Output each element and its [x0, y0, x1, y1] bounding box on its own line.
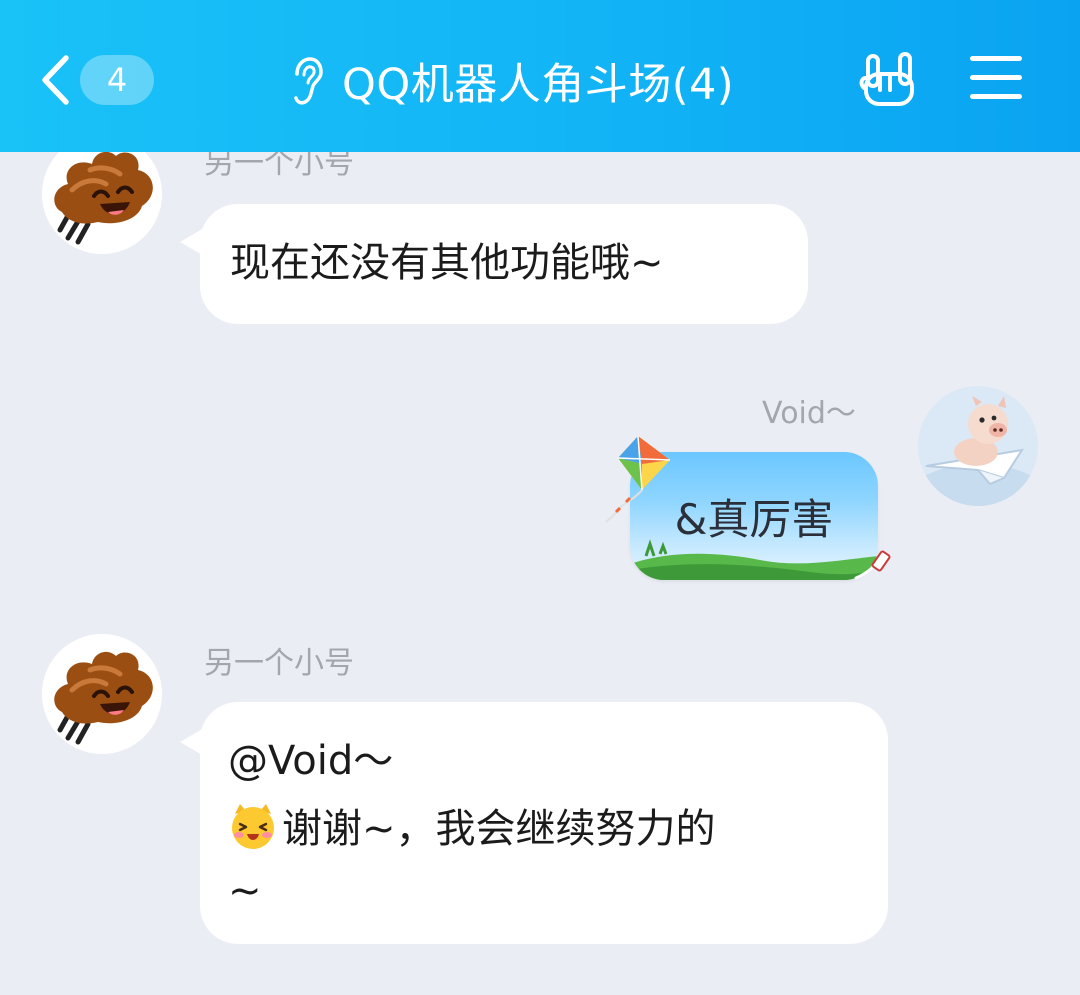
message-mention[interactable]: @Void〜: [228, 732, 393, 790]
unread-count-badge: 4: [80, 55, 154, 105]
message-bubble[interactable]: @Void〜 谢谢~，我会继续努力的 ~: [200, 702, 888, 944]
message-text: ~: [228, 868, 262, 914]
hand-rock-icon: [859, 52, 914, 106]
ear-icon: [294, 57, 323, 105]
poop-emoji-avatar: [42, 634, 162, 754]
happy-cat-face-emoji: [232, 804, 274, 849]
menu-icon: [970, 56, 1022, 99]
menu-button[interactable]: [966, 50, 1026, 106]
pencil-decoration-icon: [854, 550, 891, 580]
sender-avatar[interactable]: [42, 152, 162, 254]
sender-avatar[interactable]: [42, 634, 162, 754]
message-text: 谢谢~，我会继续努力的: [282, 806, 716, 852]
back-button[interactable]: 4: [40, 44, 154, 116]
poop-emoji-avatar: [42, 152, 162, 254]
chat-message-list[interactable]: 另一个小号 现在还没有其他功能哦~ Void〜 &真厉害 另一个小号 @Void…: [0, 152, 1080, 995]
chat-title-area[interactable]: QQ机器人角斗场(4): [290, 48, 734, 114]
back-chevron-icon: [40, 55, 70, 105]
hand-rock-button[interactable]: [858, 48, 922, 112]
self-avatar[interactable]: [918, 386, 1038, 506]
kite-icon: [605, 435, 671, 523]
message-bubble[interactable]: 现在还没有其他功能哦~: [200, 204, 808, 324]
chat-header: 4 QQ机器人角斗场(4): [0, 0, 1080, 152]
group-title: QQ机器人角斗场(4): [342, 60, 735, 110]
message-text: 现在还没有其他功能哦~: [230, 240, 664, 286]
pig-on-paper-plane-avatar: [918, 386, 1038, 506]
message-text-line: 谢谢~，我会继续努力的: [228, 800, 716, 858]
sender-name: 另一个小号: [204, 152, 354, 181]
sender-name: 另一个小号: [204, 646, 354, 681]
sender-name: Void〜: [762, 396, 856, 431]
